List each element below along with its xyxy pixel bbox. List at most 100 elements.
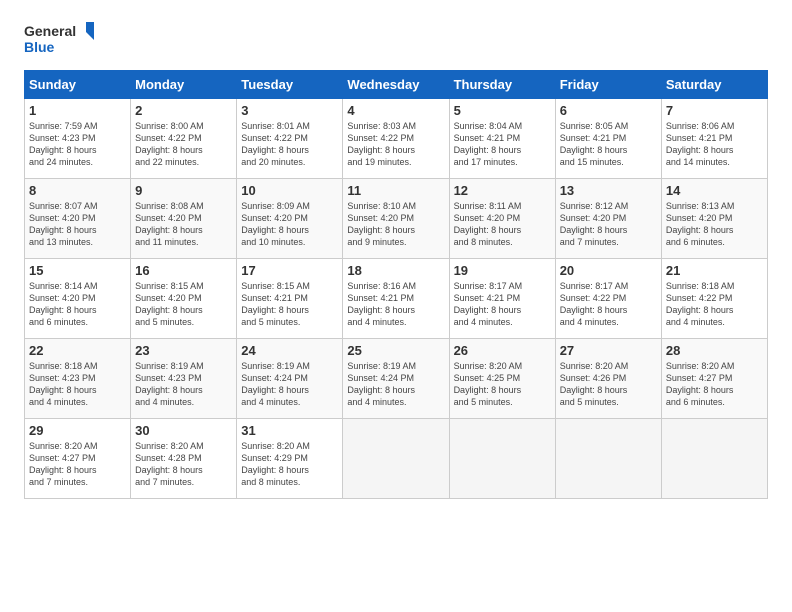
header-cell-sunday: Sunday [25, 71, 131, 99]
day-number: 7 [666, 103, 763, 118]
day-number: 31 [241, 423, 338, 438]
calendar-cell: 28 Sunrise: 8:20 AM Sunset: 4:27 PM Dayli… [661, 339, 767, 419]
logo: General Blue [24, 20, 94, 58]
day-info: Sunrise: 8:18 AM Sunset: 4:22 PM Dayligh… [666, 280, 763, 329]
day-info: Sunrise: 8:06 AM Sunset: 4:21 PM Dayligh… [666, 120, 763, 169]
week-row-3: 15Sunrise: 8:14 AM Sunset: 4:20 PM Dayli… [25, 259, 768, 339]
calendar-cell: 18 Sunrise: 8:16 AM Sunset: 4:21 PM Dayli… [343, 259, 449, 339]
calendar-cell: 5Sunrise: 8:04 AM Sunset: 4:21 PM Daylig… [449, 99, 555, 179]
calendar-cell: 26 Sunrise: 8:20 AM Sunset: 4:25 PM Dayli… [449, 339, 555, 419]
day-info: Sunrise: 8:08 AM Sunset: 4:20 PM Dayligh… [135, 200, 232, 249]
day-info: Sunrise: 8:18 AM Sunset: 4:23 PM Dayligh… [29, 360, 126, 409]
calendar-cell: 4 Sunrise: 8:03 AM Sunset: 4:22 PM Daylig… [343, 99, 449, 179]
day-number: 23 [135, 343, 232, 358]
day-info: Sunrise: 8:09 AM Sunset: 4:20 PM Dayligh… [241, 200, 338, 249]
day-number: 6 [560, 103, 657, 118]
week-row-2: 8 Sunrise: 8:07 AM Sunset: 4:20 PM Daylig… [25, 179, 768, 259]
calendar-cell: 6Sunrise: 8:05 AM Sunset: 4:21 PM Daylig… [555, 99, 661, 179]
day-number: 8 [29, 183, 126, 198]
calendar-cell: 14 Sunrise: 8:13 AM Sunset: 4:20 PM Dayli… [661, 179, 767, 259]
day-info: Sunrise: 8:03 AM Sunset: 4:22 PM Dayligh… [347, 120, 444, 169]
day-info: Sunrise: 8:07 AM Sunset: 4:20 PM Dayligh… [29, 200, 126, 249]
day-info: Sunrise: 8:19 AM Sunset: 4:24 PM Dayligh… [241, 360, 338, 409]
svg-text:Blue: Blue [24, 39, 55, 55]
day-info: Sunrise: 7:59 AM Sunset: 4:23 PM Dayligh… [29, 120, 126, 169]
day-info: Sunrise: 8:04 AM Sunset: 4:21 PM Dayligh… [454, 120, 551, 169]
day-number: 1 [29, 103, 126, 118]
day-number: 24 [241, 343, 338, 358]
day-info: Sunrise: 8:10 AM Sunset: 4:20 PM Dayligh… [347, 200, 444, 249]
day-info: Sunrise: 8:20 AM Sunset: 4:27 PM Dayligh… [29, 440, 126, 489]
day-number: 2 [135, 103, 232, 118]
day-number: 26 [454, 343, 551, 358]
day-info: Sunrise: 8:20 AM Sunset: 4:25 PM Dayligh… [454, 360, 551, 409]
day-number: 18 [347, 263, 444, 278]
calendar-cell: 17 Sunrise: 8:15 AM Sunset: 4:21 PM Dayli… [237, 259, 343, 339]
day-info: Sunrise: 8:19 AM Sunset: 4:23 PM Dayligh… [135, 360, 232, 409]
day-info: Sunrise: 8:17 AM Sunset: 4:21 PM Dayligh… [454, 280, 551, 329]
calendar-cell: 13 Sunrise: 8:12 AM Sunset: 4:20 PM Dayli… [555, 179, 661, 259]
day-info: Sunrise: 8:15 AM Sunset: 4:21 PM Dayligh… [241, 280, 338, 329]
day-number: 28 [666, 343, 763, 358]
day-number: 3 [241, 103, 338, 118]
calendar-cell: 22 Sunrise: 8:18 AM Sunset: 4:23 PM Dayli… [25, 339, 131, 419]
calendar-cell: 3 Sunrise: 8:01 AM Sunset: 4:22 PM Daylig… [237, 99, 343, 179]
calendar-cell: 12 Sunrise: 8:11 AM Sunset: 4:20 PM Dayli… [449, 179, 555, 259]
day-info: Sunrise: 8:16 AM Sunset: 4:21 PM Dayligh… [347, 280, 444, 329]
day-number: 20 [560, 263, 657, 278]
calendar-cell: 20 Sunrise: 8:17 AM Sunset: 4:22 PM Dayli… [555, 259, 661, 339]
day-info: Sunrise: 8:19 AM Sunset: 4:24 PM Dayligh… [347, 360, 444, 409]
header-cell-wednesday: Wednesday [343, 71, 449, 99]
day-number: 9 [135, 183, 232, 198]
day-number: 14 [666, 183, 763, 198]
header-cell-monday: Monday [131, 71, 237, 99]
calendar-cell: 24 Sunrise: 8:19 AM Sunset: 4:24 PM Dayli… [237, 339, 343, 419]
day-info: Sunrise: 8:15 AM Sunset: 4:20 PM Dayligh… [135, 280, 232, 329]
calendar-cell: 8 Sunrise: 8:07 AM Sunset: 4:20 PM Daylig… [25, 179, 131, 259]
week-row-4: 22 Sunrise: 8:18 AM Sunset: 4:23 PM Dayli… [25, 339, 768, 419]
svg-text:General: General [24, 23, 76, 39]
day-info: Sunrise: 8:01 AM Sunset: 4:22 PM Dayligh… [241, 120, 338, 169]
header-cell-saturday: Saturday [661, 71, 767, 99]
calendar-cell: 15Sunrise: 8:14 AM Sunset: 4:20 PM Dayli… [25, 259, 131, 339]
calendar-cell: 27Sunrise: 8:20 AM Sunset: 4:26 PM Dayli… [555, 339, 661, 419]
day-number: 11 [347, 183, 444, 198]
calendar-cell [343, 419, 449, 499]
day-info: Sunrise: 8:12 AM Sunset: 4:20 PM Dayligh… [560, 200, 657, 249]
calendar-cell: 21 Sunrise: 8:18 AM Sunset: 4:22 PM Dayli… [661, 259, 767, 339]
day-number: 22 [29, 343, 126, 358]
day-number: 4 [347, 103, 444, 118]
day-number: 13 [560, 183, 657, 198]
day-number: 10 [241, 183, 338, 198]
calendar-cell [555, 419, 661, 499]
day-info: Sunrise: 8:11 AM Sunset: 4:20 PM Dayligh… [454, 200, 551, 249]
day-info: Sunrise: 8:13 AM Sunset: 4:20 PM Dayligh… [666, 200, 763, 249]
header-cell-friday: Friday [555, 71, 661, 99]
calendar-cell: 30Sunrise: 8:20 AM Sunset: 4:28 PM Dayli… [131, 419, 237, 499]
week-row-5: 29Sunrise: 8:20 AM Sunset: 4:27 PM Dayli… [25, 419, 768, 499]
day-number: 17 [241, 263, 338, 278]
calendar-cell: 11 Sunrise: 8:10 AM Sunset: 4:20 PM Dayli… [343, 179, 449, 259]
day-number: 27 [560, 343, 657, 358]
day-number: 21 [666, 263, 763, 278]
header-row: SundayMondayTuesdayWednesdayThursdayFrid… [25, 71, 768, 99]
day-number: 15 [29, 263, 126, 278]
page: General Blue SundayMondayTuesdayWednesda… [0, 0, 792, 612]
week-row-1: 1 Sunrise: 7:59 AM Sunset: 4:23 PM Daylig… [25, 99, 768, 179]
header-cell-thursday: Thursday [449, 71, 555, 99]
day-number: 19 [454, 263, 551, 278]
calendar-cell: 25 Sunrise: 8:19 AM Sunset: 4:24 PM Dayli… [343, 339, 449, 419]
day-info: Sunrise: 8:17 AM Sunset: 4:22 PM Dayligh… [560, 280, 657, 329]
calendar-table: SundayMondayTuesdayWednesdayThursdayFrid… [24, 70, 768, 499]
calendar-cell: 23 Sunrise: 8:19 AM Sunset: 4:23 PM Dayli… [131, 339, 237, 419]
header: General Blue [24, 20, 768, 58]
calendar-cell: 9 Sunrise: 8:08 AM Sunset: 4:20 PM Daylig… [131, 179, 237, 259]
day-number: 25 [347, 343, 444, 358]
calendar-cell [449, 419, 555, 499]
day-number: 16 [135, 263, 232, 278]
day-info: Sunrise: 8:20 AM Sunset: 4:29 PM Dayligh… [241, 440, 338, 489]
calendar-cell: 2Sunrise: 8:00 AM Sunset: 4:22 PM Daylig… [131, 99, 237, 179]
day-info: Sunrise: 8:20 AM Sunset: 4:27 PM Dayligh… [666, 360, 763, 409]
day-number: 12 [454, 183, 551, 198]
calendar-cell: 1 Sunrise: 7:59 AM Sunset: 4:23 PM Daylig… [25, 99, 131, 179]
